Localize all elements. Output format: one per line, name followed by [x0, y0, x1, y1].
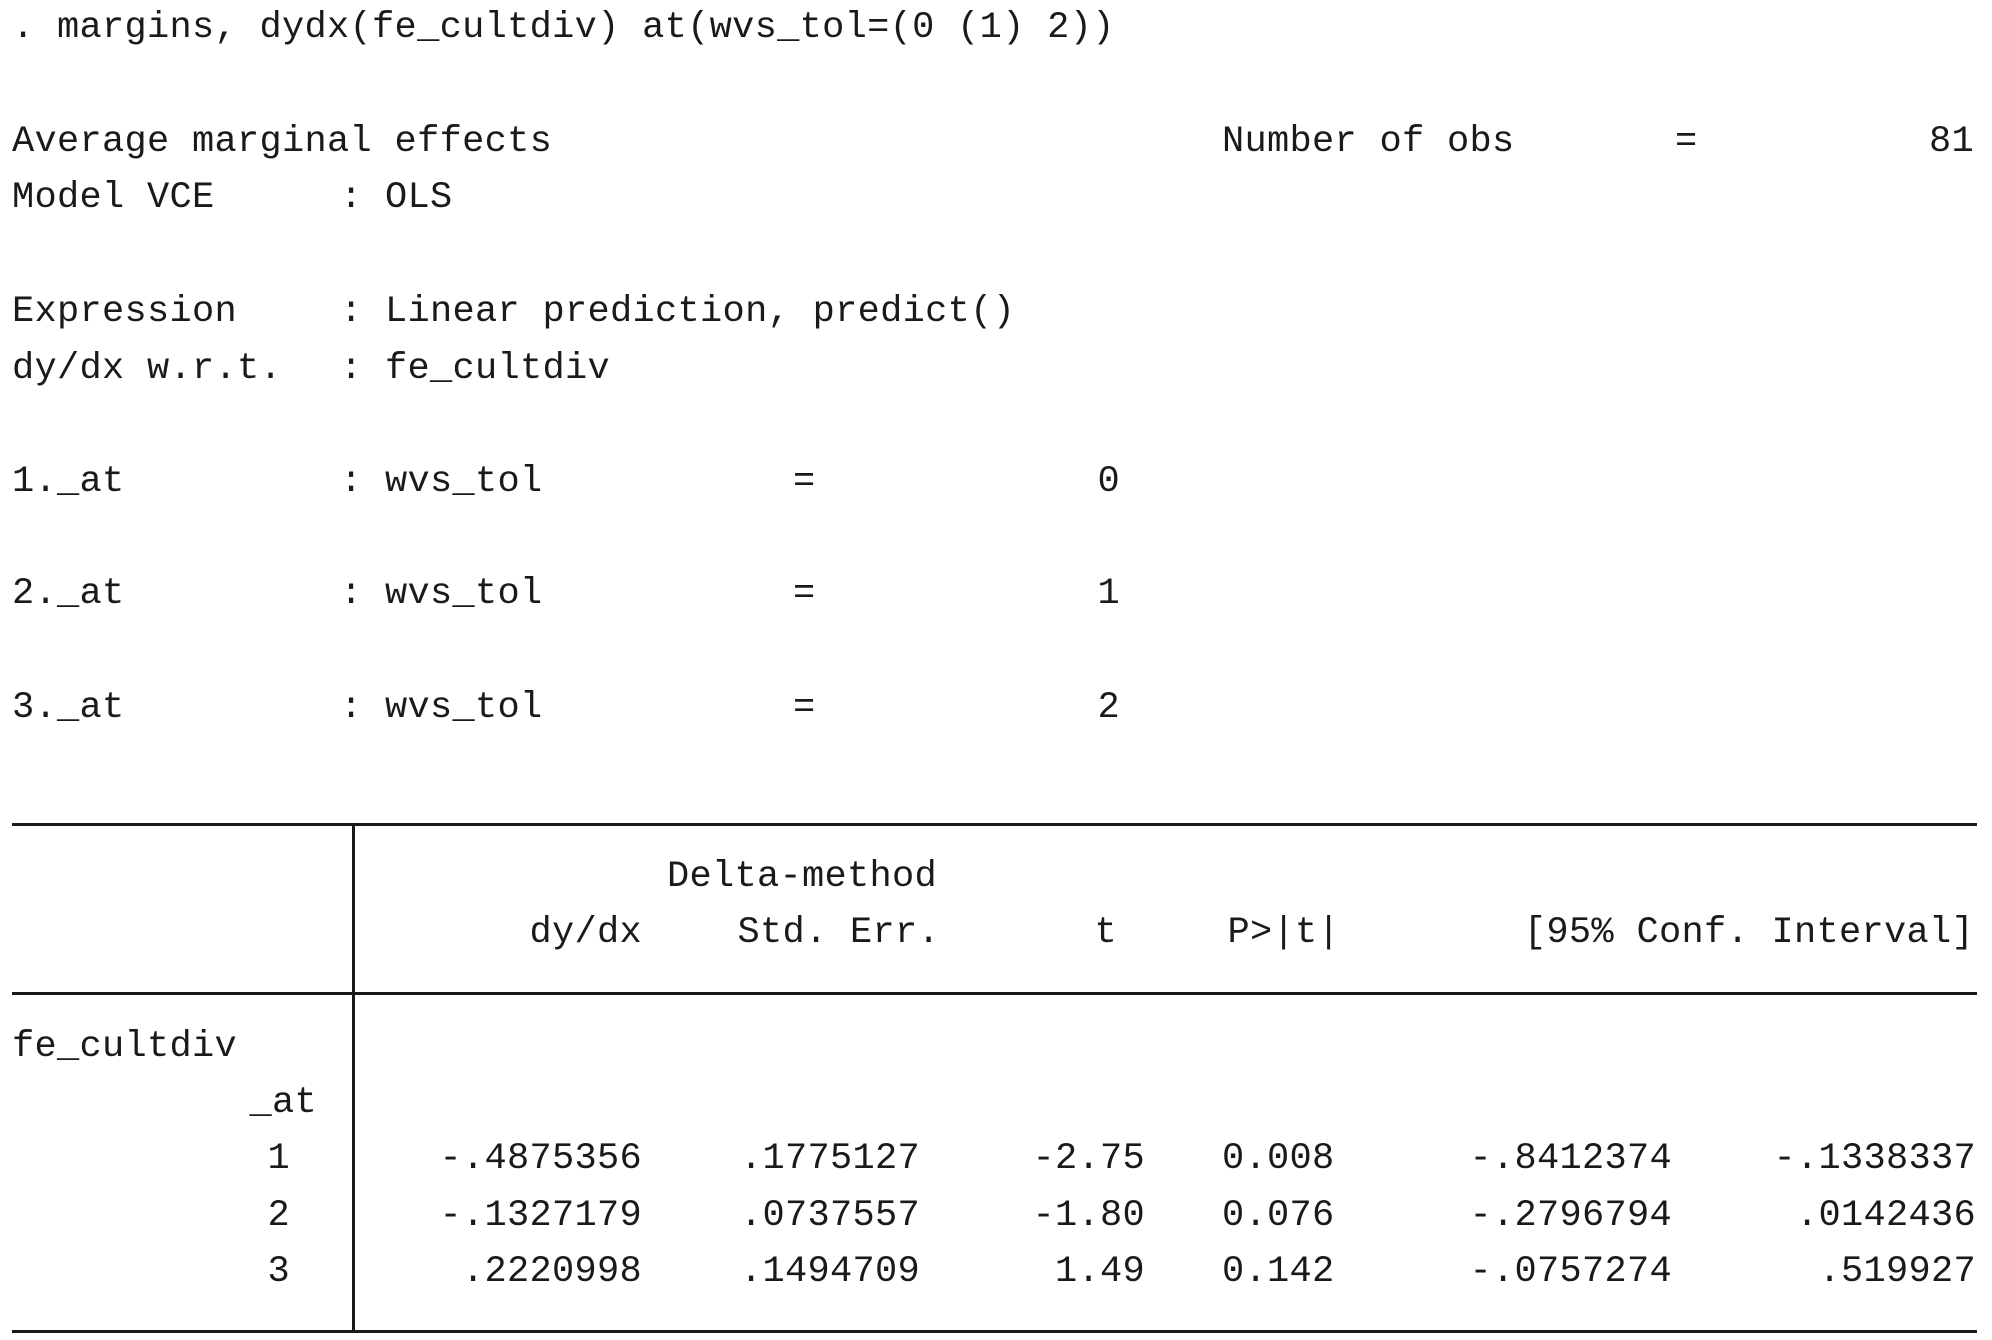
output-title: Average marginal effects [12, 121, 553, 163]
cell-ci-low: -.8412374 [1469, 1138, 1672, 1180]
cell-std-err: .0737557 [739, 1195, 920, 1237]
group-label: fe_cultdiv [12, 1026, 238, 1068]
column-header-dydx: dy/dx [529, 912, 642, 954]
cell-dydx: .2220998 [461, 1251, 642, 1293]
dydx-wrt-value: : fe_cultdiv [340, 348, 611, 390]
cell-std-err: .1775127 [739, 1138, 920, 1180]
cell-t: -1.80 [1032, 1195, 1145, 1237]
at-row-var: : wvs_tol [340, 573, 543, 615]
at-row-value: 1 [1097, 573, 1120, 615]
delta-method-header: Delta-method [667, 856, 938, 898]
cell-p: 0.076 [1222, 1195, 1335, 1237]
cell-t: 1.49 [1054, 1251, 1145, 1293]
cell-ci-high: .0142436 [1795, 1195, 1976, 1237]
at-row-equals: = [793, 573, 816, 615]
at-row-var: : wvs_tol [340, 687, 543, 729]
at-row-value: 0 [1097, 461, 1120, 503]
cell-p: 0.008 [1222, 1138, 1335, 1180]
cell-std-err: .1494709 [739, 1251, 920, 1293]
cell-ci-high: .519927 [1818, 1251, 1976, 1293]
at-row-equals: = [793, 461, 816, 503]
stata-results-window: . margins, dydx(fe_cultdiv) at(wvs_tol=(… [0, 0, 1992, 1340]
table-column-divider [352, 823, 355, 1333]
table-bottom-rule [12, 1330, 1977, 1333]
row-at-value: 1 [267, 1138, 290, 1180]
at-row-value: 2 [1097, 687, 1120, 729]
row-at-value: 3 [267, 1251, 290, 1293]
nobs-label: Number of obs [1222, 121, 1515, 163]
column-header-conf-interval: [95% Conf. Interval] [1523, 912, 1974, 954]
table-top-rule [12, 823, 1977, 826]
at-row-label: 1._at [12, 461, 125, 503]
expression-label: Expression [12, 291, 238, 333]
model-vce-value: : OLS [340, 177, 453, 219]
at-row-equals: = [793, 687, 816, 729]
cell-ci-high: -.1338337 [1773, 1138, 1976, 1180]
sub-label: _at [249, 1082, 317, 1124]
command-line: . margins, dydx(fe_cultdiv) at(wvs_tol=(… [12, 7, 1115, 49]
cell-dydx: -.1327179 [439, 1195, 642, 1237]
nobs-equals: = [1675, 121, 1698, 163]
cell-t: -2.75 [1032, 1138, 1145, 1180]
at-row-label: 3._at [12, 687, 125, 729]
at-row-label: 2._at [12, 573, 125, 615]
expression-value: : Linear prediction, predict() [340, 291, 1016, 333]
nobs-value: 81 [1928, 121, 1974, 163]
at-row-var: : wvs_tol [340, 461, 543, 503]
table-header-rule [12, 992, 1977, 995]
cell-dydx: -.4875356 [439, 1138, 642, 1180]
cell-p: 0.142 [1222, 1251, 1335, 1293]
column-header-p: P>|t| [1227, 912, 1340, 954]
dydx-wrt-label: dy/dx w.r.t. [12, 348, 283, 390]
model-vce-label: Model VCE [12, 177, 215, 219]
column-header-std-err: Std. Err. [737, 912, 940, 954]
cell-ci-low: -.2796794 [1469, 1195, 1672, 1237]
column-header-t: t [1094, 912, 1117, 954]
cell-ci-low: -.0757274 [1469, 1251, 1672, 1293]
row-at-value: 2 [267, 1195, 290, 1237]
